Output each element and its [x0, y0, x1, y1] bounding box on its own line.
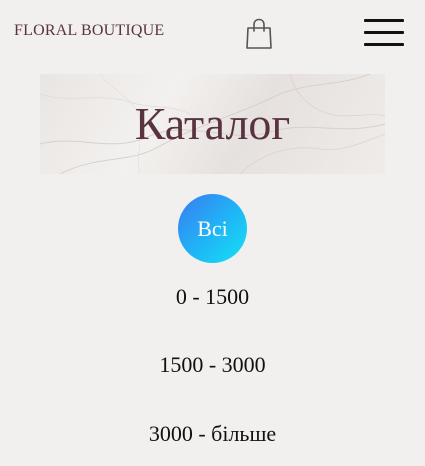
brand-logo[interactable]: FLORAL BOUTIQUE — [14, 22, 164, 40]
menu-bar-top — [364, 19, 404, 22]
menu-bar-middle — [364, 31, 404, 34]
hamburger-menu-icon[interactable] — [364, 18, 406, 48]
page-title: Каталог — [134, 98, 291, 149]
shopping-bag-icon[interactable] — [245, 18, 273, 50]
filter-all-button[interactable]: Всі — [178, 194, 247, 263]
catalog-banner: Каталог — [40, 74, 385, 174]
menu-bar-bottom — [364, 43, 404, 46]
filter-price-range-2[interactable]: 1500 - 3000 — [0, 352, 425, 378]
filter-price-range-3[interactable]: 3000 - більше — [0, 421, 425, 447]
filter-price-range-1[interactable]: 0 - 1500 — [0, 284, 425, 310]
header: FLORAL BOUTIQUE — [0, 0, 425, 66]
